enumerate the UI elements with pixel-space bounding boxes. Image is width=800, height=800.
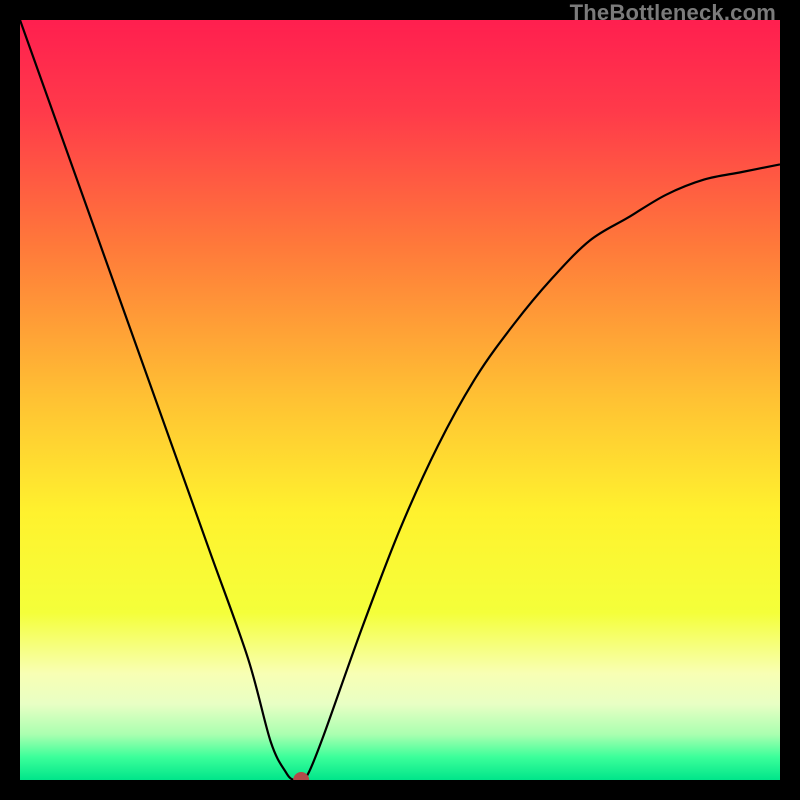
chart-svg [20, 20, 780, 780]
chart-background [20, 20, 780, 780]
watermark-text: TheBottleneck.com [570, 0, 776, 26]
